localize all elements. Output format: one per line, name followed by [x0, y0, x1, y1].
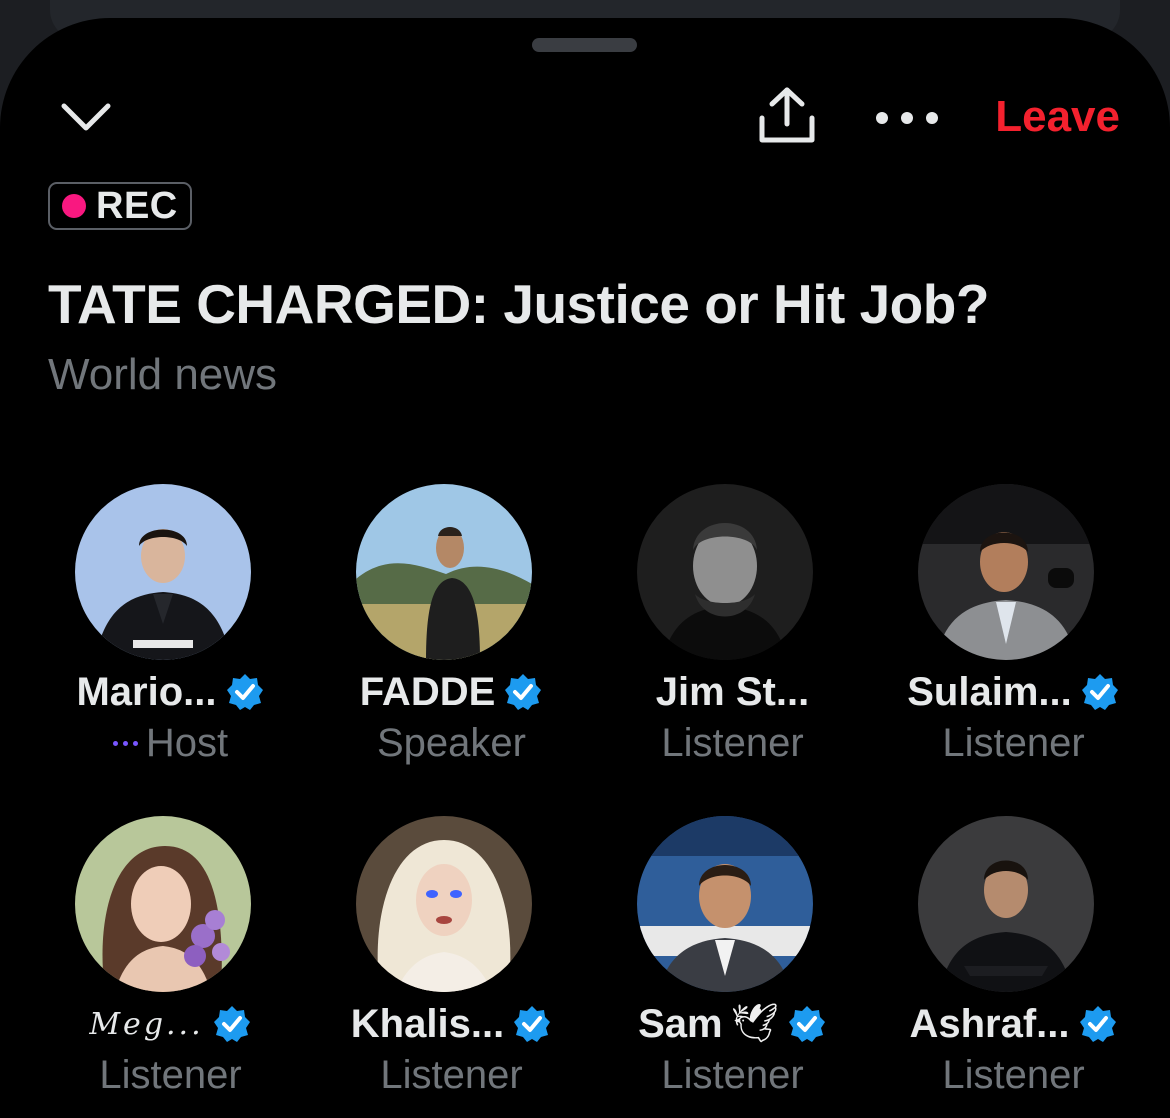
more-dot: [901, 112, 913, 124]
space-title: TATE CHARGED: Justice or Hit Job?: [48, 273, 989, 335]
recording-badge: REC: [48, 182, 192, 230]
recording-label: REC: [96, 184, 178, 227]
avatar[interactable]: [75, 816, 251, 992]
verified-badge-icon: [226, 674, 263, 710]
avatar[interactable]: [75, 484, 251, 660]
avatar[interactable]: [356, 816, 532, 992]
verified-badge-icon: [1079, 1006, 1116, 1042]
participant-role: Listener: [942, 1052, 1085, 1097]
verified-badge-icon: [1081, 674, 1118, 710]
avatar[interactable]: [637, 484, 813, 660]
participant-name: Sam: [638, 1001, 723, 1046]
share-icon: [759, 87, 815, 143]
collapse-button[interactable]: [58, 96, 114, 140]
participant-role: Speaker: [377, 720, 526, 765]
chevron-down-icon: [61, 103, 111, 131]
participant-name: Khalis...: [350, 1001, 505, 1046]
space-sheet: Leave REC TATE CHARGED: Justice or Hit J…: [0, 18, 1170, 1118]
participant-role: Listener: [942, 720, 1085, 765]
participant-role: Listener: [661, 720, 804, 765]
participant-card[interactable]: Jim St... Listener: [592, 464, 873, 796]
participant-card[interactable]: Sulaim... Listener: [873, 464, 1154, 796]
more-dot: [876, 112, 888, 124]
more-options-button[interactable]: [872, 100, 942, 136]
leave-button[interactable]: Leave: [995, 92, 1120, 142]
avatar[interactable]: [637, 816, 813, 992]
recording-dot-icon: [62, 194, 86, 218]
space-topic: World news: [48, 350, 278, 399]
participant-name: Sulaim...: [907, 669, 1072, 714]
verified-badge-icon: [514, 1006, 551, 1042]
participant-card[interactable]: Khalis... Listener: [311, 796, 592, 1097]
participant-name: 𝑀𝑒𝑔...: [89, 1006, 204, 1042]
participant-card[interactable]: Ashraf... Listener: [873, 796, 1154, 1097]
speaking-indicator-icon: [112, 740, 138, 746]
participant-role: Listener: [661, 1052, 804, 1097]
participant-card[interactable]: FADDE Speaker: [311, 464, 592, 796]
share-button[interactable]: [754, 84, 820, 148]
participant-card[interactable]: 𝑀𝑒𝑔... Listener: [30, 796, 311, 1097]
avatar[interactable]: [918, 484, 1094, 660]
participant-role: Listener: [380, 1052, 523, 1097]
more-dot: [926, 112, 938, 124]
avatar[interactable]: [918, 816, 1094, 992]
verified-badge-icon: [213, 1006, 250, 1042]
sheet-grabber[interactable]: [532, 38, 637, 52]
participant-name: Mario...: [76, 669, 217, 714]
participant-card[interactable]: Sam 🕊 Listener: [592, 796, 873, 1097]
participant-role: Listener: [99, 1052, 242, 1097]
verified-badge-icon: [505, 674, 542, 710]
participant-card[interactable]: Mario... Host: [30, 464, 311, 796]
participant-name: FADDE: [359, 669, 496, 714]
dove-emoji: 🕊: [730, 1003, 779, 1045]
verified-badge-icon: [788, 1006, 825, 1042]
participant-role: Host: [145, 720, 229, 765]
avatar[interactable]: [356, 484, 532, 660]
participant-name: Jim St...: [655, 669, 810, 714]
participants-grid: Mario... Host FADDE Speaker Jim St... Li…: [30, 464, 1150, 1104]
participant-name: Ashraf...: [909, 1001, 1070, 1046]
